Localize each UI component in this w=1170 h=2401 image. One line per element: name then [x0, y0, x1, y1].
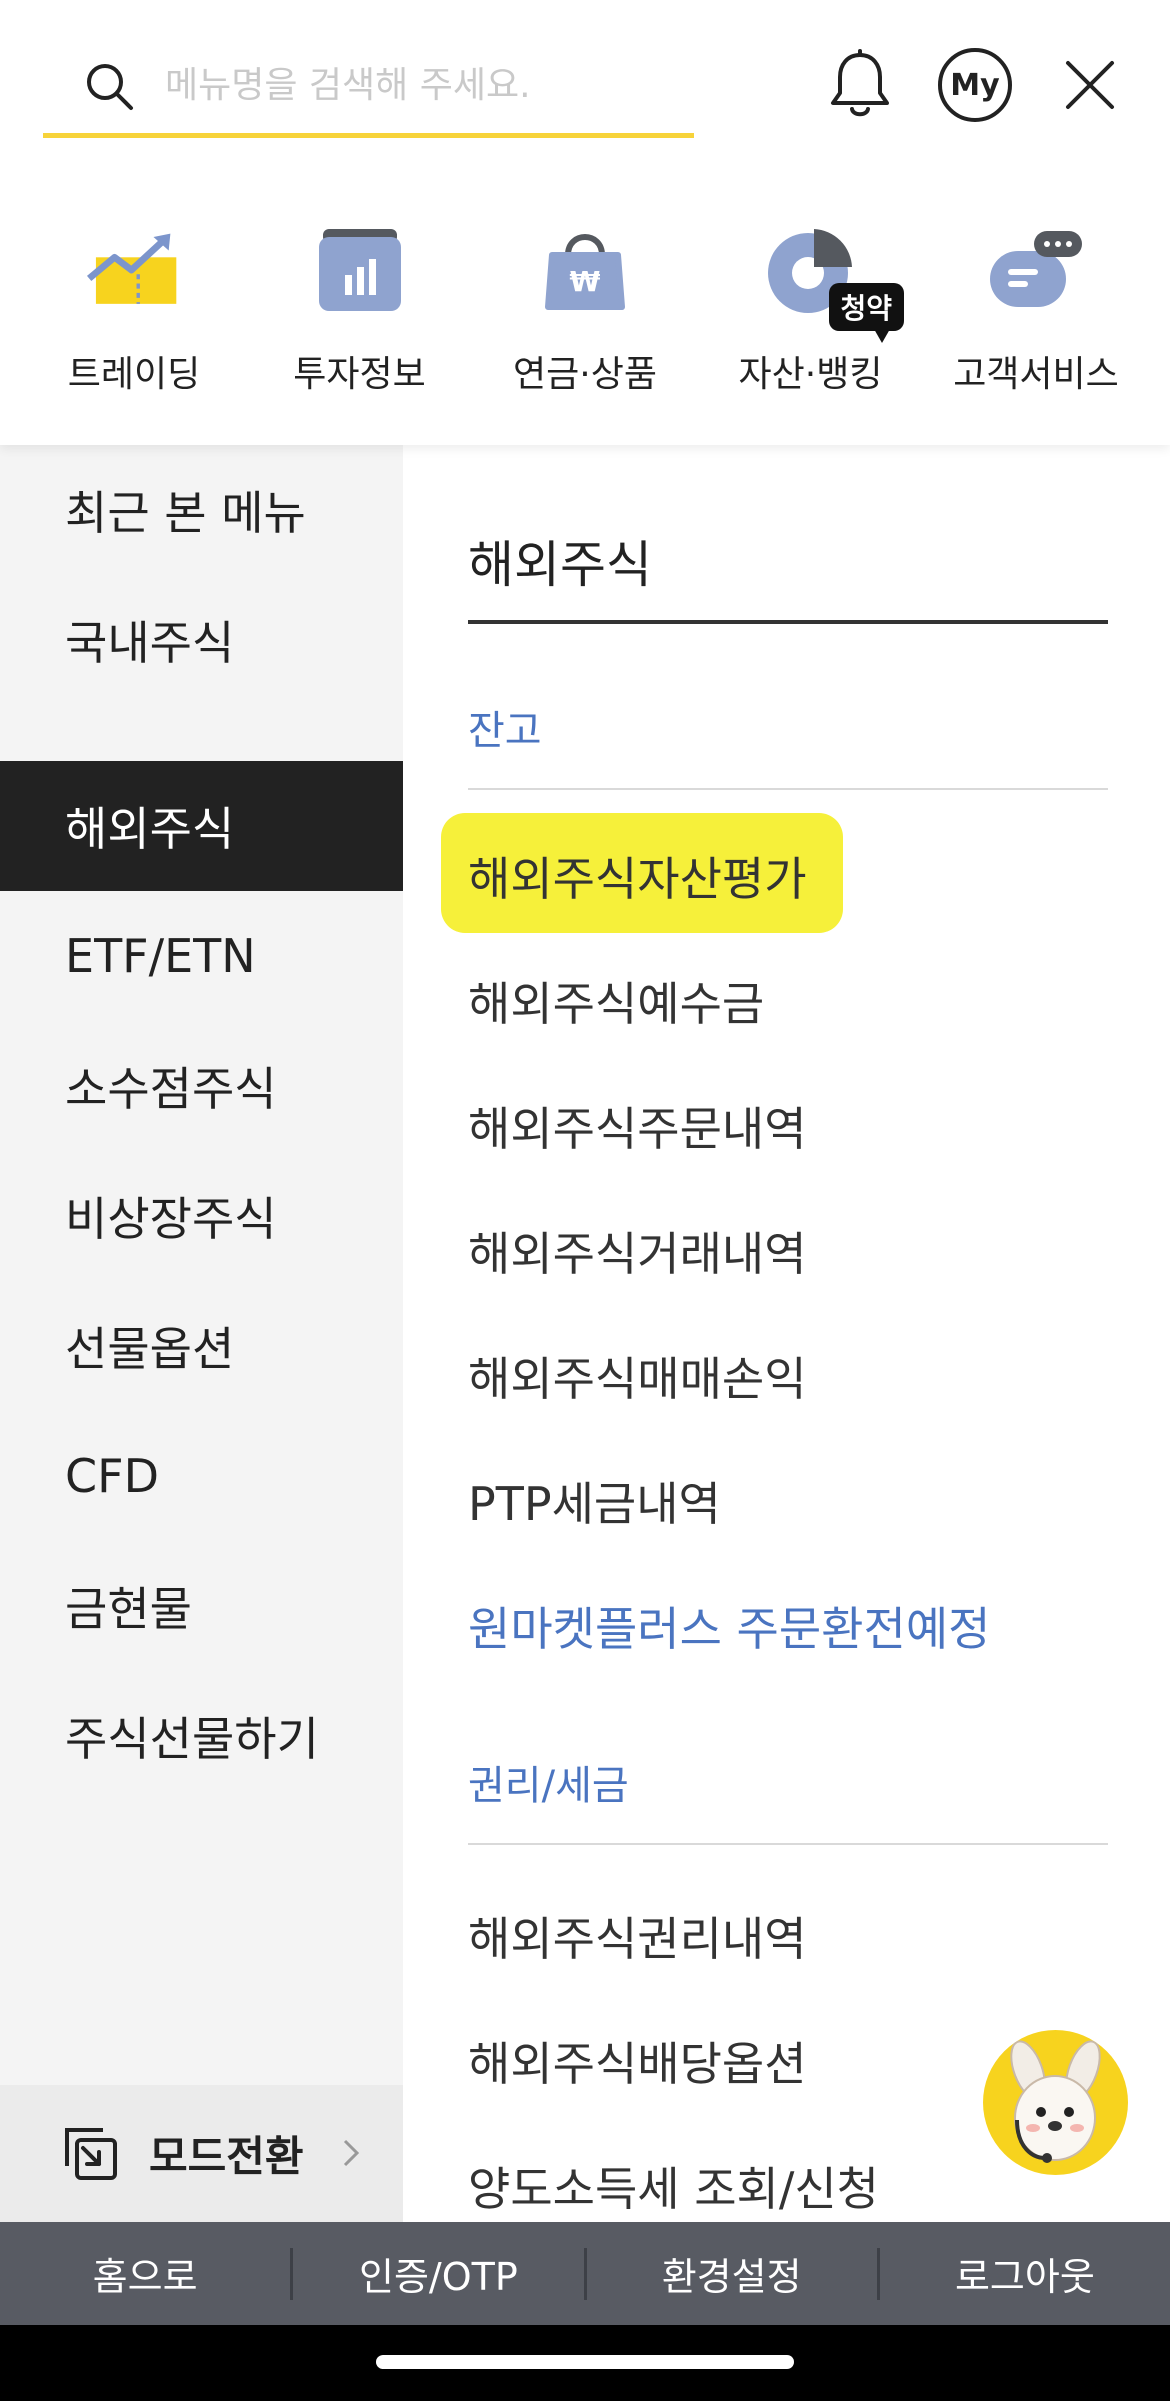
link-overseas-deposit[interactable]: 해외주식예수금: [468, 968, 764, 1034]
chat-bubble-icon: [981, 215, 1091, 325]
link-overseas-order-history[interactable]: 해외주식주문내역: [468, 1093, 807, 1159]
section-divider: [468, 1843, 1108, 1845]
menu-header: My 트레이딩: [0, 0, 1170, 445]
chatbot-mascot-icon: [1010, 2040, 1101, 2163]
quick-trading[interactable]: 트레이딩: [22, 215, 246, 415]
quick-asset-banking[interactable]: 청약 자산·뱅킹: [699, 215, 923, 415]
footer-logout-button[interactable]: 로그아웃: [880, 2222, 1170, 2325]
chatbot-button[interactable]: [983, 2030, 1128, 2175]
sidebar-item-recent[interactable]: 최근 본 메뉴: [0, 445, 403, 575]
link-overseas-dividend-option[interactable]: 해외주식배당옵션: [468, 2028, 807, 2094]
bottom-bar: 홈으로 인증/OTP 환경설정 로그아웃: [0, 2222, 1170, 2325]
footer-label: 인증/OTP: [358, 2255, 518, 2299]
sidebar-item-fractional-stock[interactable]: 소수점주식: [0, 1021, 403, 1151]
category-sidebar: 최근 본 메뉴 국내주식 해외주식 ETF/ETN 소수점주식 비상장주식 선물…: [0, 445, 403, 2222]
quick-label: 투자정보: [293, 354, 426, 395]
link-ptp-tax[interactable]: PTP세금내역: [468, 1468, 721, 1534]
mode-switch-icon: [65, 2127, 117, 2180]
subscription-badge: 청약: [828, 283, 905, 343]
quick-label: 트레이딩: [67, 354, 201, 395]
section-title-balance: 잔고: [468, 708, 542, 754]
bell-icon: [831, 49, 889, 117]
close-icon: [1066, 61, 1114, 109]
search-input[interactable]: [165, 65, 665, 106]
sidebar-item-label: 국내주식: [65, 616, 235, 670]
quick-menu: 트레이딩 투자정보 ₩ 연금·상품 청약 자산·뱅킹 고객서비스: [0, 215, 1170, 415]
close-button[interactable]: [1045, 40, 1135, 130]
quick-pension[interactable]: ₩ 연금·상품: [473, 215, 697, 415]
search-icon: [87, 63, 133, 110]
system-home-area: [0, 2325, 1170, 2401]
chevron-right-icon: [343, 2139, 360, 2167]
won-bag-icon: ₩: [530, 215, 640, 325]
footer-otp-button[interactable]: 인증/OTP: [293, 2222, 583, 2325]
footer-label: 로그아웃: [954, 2255, 1095, 2299]
sidebar-item-unlisted-stock[interactable]: 비상장주식: [0, 1151, 403, 1281]
trading-chart-icon: [79, 215, 189, 325]
link-overseas-trade-history[interactable]: 해외주식거래내역: [468, 1218, 807, 1284]
footer-label: 환경설정: [661, 2255, 802, 2299]
quick-label: 고객서비스: [953, 354, 1119, 395]
link-overseas-profit-loss[interactable]: 해외주식매매손익: [468, 1343, 807, 1409]
sidebar-item-domestic-stock[interactable]: 국내주식: [0, 575, 403, 705]
sidebar-item-label: 비상장주식: [65, 1192, 277, 1246]
link-capital-gains-tax[interactable]: 양도소득세 조회/신청: [468, 2153, 879, 2219]
link-overseas-asset-valuation[interactable]: 해외주식자산평가: [468, 843, 807, 909]
title-divider: [468, 620, 1108, 624]
mode-switch-label: 모드전환: [149, 2132, 304, 2181]
sidebar-item-label: 주식선물하기: [65, 1712, 319, 1766]
quick-invest-info[interactable]: 투자정보: [248, 215, 472, 415]
quick-customer-service[interactable]: 고객서비스: [924, 215, 1148, 415]
svg-text:₩: ₩: [570, 265, 601, 298]
my-label: My: [950, 67, 1000, 103]
sidebar-item-label: 해외주식: [65, 802, 235, 856]
section-title-rights-tax: 권리/세금: [468, 1763, 629, 1809]
mode-switch-button[interactable]: 모드전환: [0, 2085, 403, 2222]
quick-label: 자산·뱅킹: [738, 354, 883, 395]
sidebar-item-label: 금현물: [65, 1582, 192, 1636]
footer-home-button[interactable]: 홈으로: [0, 2222, 290, 2325]
info-folder-icon: [305, 215, 415, 325]
sidebar-item-futures-options[interactable]: 선물옵션: [0, 1281, 403, 1411]
footer-label: 홈으로: [92, 2255, 198, 2299]
sidebar-item-stock-gift[interactable]: 주식선물하기: [0, 1671, 403, 1801]
sidebar-item-etf-etn[interactable]: ETF/ETN: [0, 891, 403, 1021]
section-divider: [468, 788, 1108, 790]
sidebar-item-label: 선물옵션: [65, 1322, 235, 1376]
footer-settings-button[interactable]: 환경설정: [587, 2222, 877, 2325]
sidebar-item-label: ETF/ETN: [65, 929, 256, 983]
submenu-panel: 해외주식 잔고 해외주식자산평가 해외주식예수금 해외주식주문내역 해외주식거래…: [403, 445, 1170, 2222]
search-bar[interactable]: [43, 38, 694, 138]
link-one-market-plus[interactable]: 원마켓플러스 주문환전예정: [468, 1593, 990, 1659]
sidebar-item-gold[interactable]: 금현물: [0, 1541, 403, 1671]
home-indicator[interactable]: [376, 2355, 794, 2369]
panel-title: 해외주식: [468, 536, 652, 594]
sidebar-item-overseas-stock[interactable]: 해외주식: [0, 761, 403, 891]
sidebar-item-label: CFD: [65, 1449, 159, 1503]
sidebar-item-label: 소수점주식: [65, 1062, 277, 1116]
my-page-button[interactable]: My: [930, 40, 1020, 130]
sidebar-item-cfd[interactable]: CFD: [0, 1411, 403, 1541]
sidebar-item-label: 최근 본 메뉴: [65, 486, 306, 540]
quick-label: 연금·상품: [513, 354, 657, 395]
notification-button[interactable]: [815, 40, 905, 130]
link-overseas-rights[interactable]: 해외주식권리내역: [468, 1903, 807, 1969]
